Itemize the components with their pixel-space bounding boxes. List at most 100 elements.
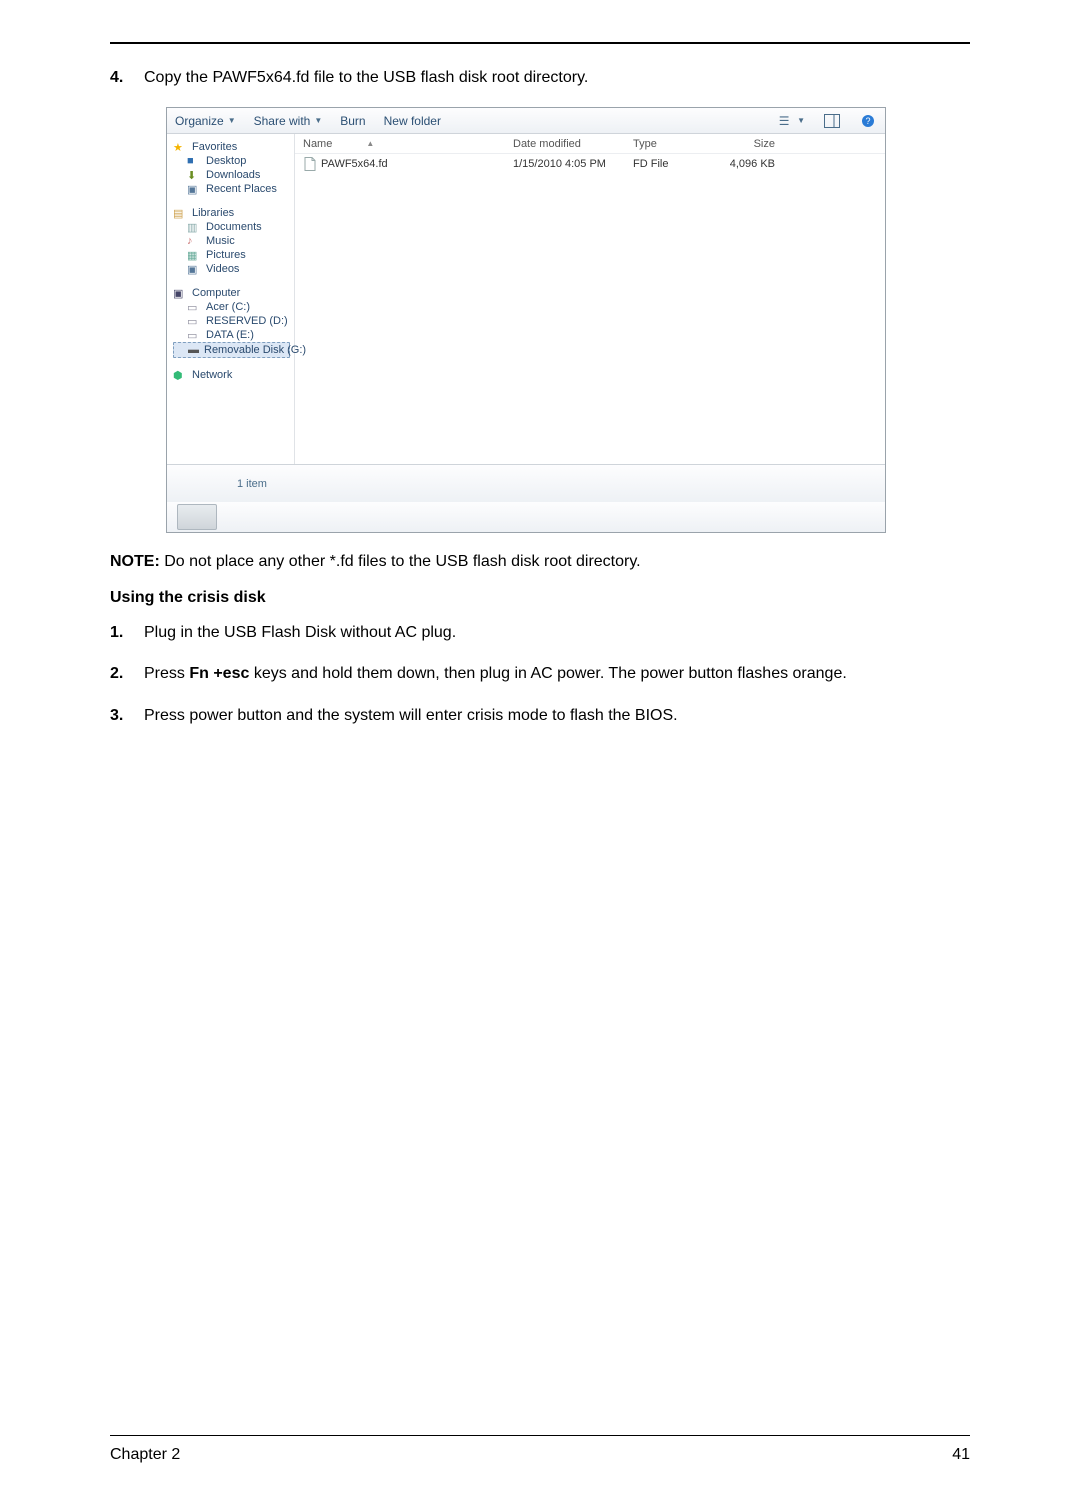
view-button[interactable]: ☰ ▼ <box>775 112 805 130</box>
sidebar-computer[interactable]: ▣ Computer <box>173 286 290 300</box>
document-icon: ▥ <box>187 221 201 233</box>
key-combo: Fn +esc <box>189 665 249 682</box>
step-1-num: 1. <box>110 621 144 644</box>
desktop-icon: ■ <box>187 155 201 167</box>
download-icon: ⬇ <box>187 169 201 181</box>
drive-icon: ▭ <box>187 301 201 313</box>
top-rule <box>110 42 970 44</box>
step-4: 4. Copy the PAWF5x64.fd file to the USB … <box>110 66 970 89</box>
drive-icon: ▭ <box>187 315 201 327</box>
sidebar-libraries[interactable]: ▤ Libraries <box>173 206 290 220</box>
sidebar-pictures[interactable]: ▦ Pictures <box>173 248 290 262</box>
sidebar-network[interactable]: ⬢ Network <box>173 368 290 382</box>
sidebar-removable-g[interactable]: ▬Removable Disk (G:) <box>173 342 290 358</box>
usb-icon: ▬ <box>188 344 199 356</box>
col-name[interactable]: Name▲ <box>295 138 505 150</box>
data-label: DATA (E:) <box>206 329 254 341</box>
share-label: Share with <box>254 114 311 128</box>
libraries-label: Libraries <box>192 207 234 219</box>
drive-icon: ▭ <box>187 329 201 341</box>
desktop-label: Desktop <box>206 155 246 167</box>
col-size[interactable]: Size <box>695 138 795 150</box>
step-3-num: 3. <box>110 704 144 727</box>
dropdown-icon: ▼ <box>797 116 805 125</box>
removable-label: Removable Disk (G:) <box>204 344 306 356</box>
file-size: 4,096 KB <box>695 158 795 170</box>
crisis-step-2: 2. Press Fn +esc keys and hold them down… <box>110 662 970 685</box>
step-3-text: Press power button and the system will e… <box>144 704 970 727</box>
column-headers: Name▲ Date modified Type Size <box>295 134 885 154</box>
burn-label: Burn <box>340 114 365 128</box>
file-name: PAWF5x64.fd <box>321 158 388 170</box>
libraries-icon: ▤ <box>173 207 187 219</box>
status-text: 1 item <box>237 478 267 490</box>
step-4-num: 4. <box>110 66 144 89</box>
chapter-label: Chapter 2 <box>110 1446 180 1464</box>
burn-button[interactable]: Burn <box>340 114 365 128</box>
picture-icon: ▦ <box>187 249 201 261</box>
sidebar-downloads[interactable]: ⬇ Downloads <box>173 168 290 182</box>
share-with-button[interactable]: Share with ▼ <box>254 114 323 128</box>
video-icon: ▣ <box>187 263 201 275</box>
explorer-status-bar: 1 item <box>167 464 885 502</box>
network-icon: ⬢ <box>173 369 187 381</box>
col-type[interactable]: Type <box>625 138 695 150</box>
recent-label: Recent Places <box>206 183 277 195</box>
network-label: Network <box>192 369 232 381</box>
file-row[interactable]: PAWF5x64.fd 1/15/2010 4:05 PM FD File 4,… <box>295 154 885 174</box>
videos-label: Videos <box>206 263 239 275</box>
recent-icon: ▣ <box>187 183 201 195</box>
crisis-step-1: 1. Plug in the USB Flash Disk without AC… <box>110 621 970 644</box>
sidebar-acer-c[interactable]: ▭ Acer (C:) <box>173 300 290 314</box>
music-label: Music <box>206 235 235 247</box>
subheading: Using the crisis disk <box>110 589 970 607</box>
view-icon: ☰ <box>775 112 793 130</box>
page-footer: Chapter 2 41 <box>110 1435 970 1464</box>
dropdown-icon: ▼ <box>314 116 322 125</box>
explorer-toolbar: Organize ▼ Share with ▼ Burn New folder … <box>167 108 885 134</box>
sidebar-reserved-d[interactable]: ▭ RESERVED (D:) <box>173 314 290 328</box>
reserved-label: RESERVED (D:) <box>206 315 288 327</box>
col-date[interactable]: Date modified <box>505 138 625 150</box>
favorites-label: Favorites <box>192 141 237 153</box>
sidebar-favorites[interactable]: ★ Favorites <box>173 140 290 154</box>
help-button[interactable]: ? <box>859 112 877 130</box>
step-4-text: Copy the PAWF5x64.fd file to the USB fla… <box>144 66 970 89</box>
explorer-file-pane: Name▲ Date modified Type Size PAWF5x64.f… <box>295 134 885 464</box>
note-text: Do not place any other *.fd files to the… <box>160 553 641 570</box>
sidebar-documents[interactable]: ▥ Documents <box>173 220 290 234</box>
computer-icon: ▣ <box>173 287 187 299</box>
organize-label: Organize <box>175 114 224 128</box>
sidebar-music[interactable]: ♪ Music <box>173 234 290 248</box>
explorer-window: Organize ▼ Share with ▼ Burn New folder … <box>166 107 886 533</box>
downloads-label: Downloads <box>206 169 260 181</box>
page-number: 41 <box>952 1446 970 1464</box>
crisis-step-3: 3. Press power button and the system wil… <box>110 704 970 727</box>
pictures-label: Pictures <box>206 249 246 261</box>
sort-asc-icon: ▲ <box>366 139 374 148</box>
new-folder-button[interactable]: New folder <box>384 114 441 128</box>
note-label: NOTE: <box>110 553 160 570</box>
sidebar-data-e[interactable]: ▭ DATA (E:) <box>173 328 290 342</box>
star-icon: ★ <box>173 141 187 153</box>
sidebar-videos[interactable]: ▣ Videos <box>173 262 290 276</box>
step-2-text: Press Fn +esc keys and hold them down, t… <box>144 662 970 685</box>
sidebar-recent[interactable]: ▣ Recent Places <box>173 182 290 196</box>
file-date: 1/15/2010 4:05 PM <box>505 158 625 170</box>
svg-text:?: ? <box>865 116 870 126</box>
explorer-sidebar: ★ Favorites ■ Desktop ⬇ Downloads ▣ Recent P… <box>167 134 295 464</box>
file-type: FD File <box>625 158 695 170</box>
drive-thumbnail-icon <box>177 504 217 530</box>
documents-label: Documents <box>206 221 262 233</box>
step-1-text: Plug in the USB Flash Disk without AC pl… <box>144 621 970 644</box>
sidebar-desktop[interactable]: ■ Desktop <box>173 154 290 168</box>
acer-label: Acer (C:) <box>206 301 250 313</box>
computer-label: Computer <box>192 287 240 299</box>
preview-pane-button[interactable] <box>823 112 841 130</box>
music-icon: ♪ <box>187 235 201 247</box>
step-2-num: 2. <box>110 662 144 685</box>
new-folder-label: New folder <box>384 114 441 128</box>
note-line: NOTE: Do not place any other *.fd files … <box>110 553 970 571</box>
file-icon <box>303 157 317 171</box>
organize-button[interactable]: Organize ▼ <box>175 114 236 128</box>
